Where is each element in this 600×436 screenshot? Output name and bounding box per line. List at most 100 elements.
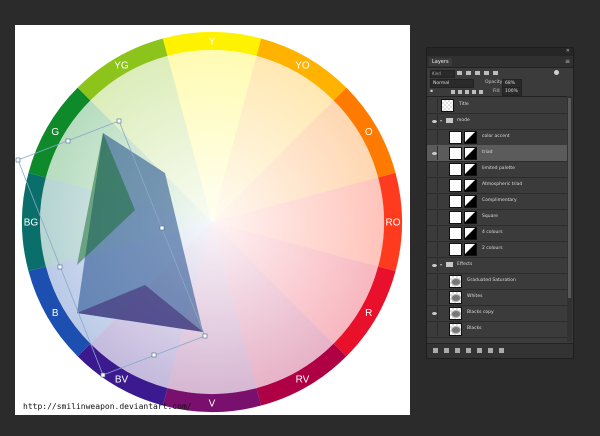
filter-toggle[interactable] xyxy=(554,70,559,75)
layer-mask-thumbnail[interactable] xyxy=(464,211,477,224)
link-layers-icon[interactable] xyxy=(433,348,438,353)
visibility-toggle[interactable] xyxy=(429,274,438,288)
layer-row[interactable]: Graduated Saturation xyxy=(427,273,567,290)
shape-filter-icon[interactable] xyxy=(484,71,489,75)
layer-row[interactable]: Title xyxy=(427,97,567,114)
add-mask-icon[interactable] xyxy=(455,348,460,353)
panel-menu-icon[interactable]: ≡ xyxy=(565,58,570,65)
layer-name[interactable]: Complimentary xyxy=(482,198,517,203)
layer-thumbnail[interactable] xyxy=(449,227,462,240)
layer-name[interactable]: 2 colours xyxy=(482,246,503,251)
visibility-toggle[interactable] xyxy=(429,114,438,128)
type-filter-icon[interactable] xyxy=(475,71,480,75)
layer-row[interactable]: limited palette xyxy=(427,161,567,178)
layers-scrollbar[interactable] xyxy=(567,96,572,342)
visibility-toggle[interactable] xyxy=(429,130,438,144)
pixel-filter-icon[interactable] xyxy=(457,71,462,75)
transform-handle[interactable] xyxy=(116,118,122,124)
visibility-toggle[interactable] xyxy=(429,162,438,176)
layer-name[interactable]: 4 colours xyxy=(482,230,503,235)
eye-icon[interactable] xyxy=(432,152,437,155)
scrollbar-thumb[interactable] xyxy=(568,98,571,298)
layer-name[interactable]: Whites xyxy=(467,294,482,299)
visibility-toggle[interactable] xyxy=(429,258,438,272)
layer-name[interactable]: Blacks xyxy=(467,326,482,331)
transform-handle[interactable] xyxy=(100,372,106,378)
visibility-toggle[interactable] xyxy=(429,178,438,192)
layer-name[interactable]: mode xyxy=(457,118,470,123)
layer-mask-thumbnail[interactable] xyxy=(464,227,477,240)
layer-name[interactable]: Atmospheric triad xyxy=(482,182,522,187)
visibility-toggle[interactable] xyxy=(429,290,438,304)
layer-name[interactable]: Blacks copy xyxy=(467,310,494,315)
layer-mask-thumbnail[interactable] xyxy=(464,179,477,192)
layer-thumbnail[interactable] xyxy=(449,131,462,144)
tab-layers[interactable]: Layers xyxy=(429,58,452,66)
visibility-toggle[interactable] xyxy=(429,146,438,160)
layer-name[interactable]: triad xyxy=(482,150,492,155)
layer-row[interactable]: triad xyxy=(427,145,567,162)
document-canvas[interactable]: Y YO O RO R RV V BV B BG G YG http://smilinweapon.d… xyxy=(15,25,410,415)
layer-thumbnail[interactable] xyxy=(449,179,462,192)
kind-filter-select[interactable]: Kind xyxy=(430,70,455,78)
transform-handle[interactable] xyxy=(15,157,21,163)
layer-name[interactable]: Graduated Saturation xyxy=(467,278,516,283)
lock-paint-icon[interactable] xyxy=(458,90,462,94)
lock-move-icon[interactable] xyxy=(465,90,469,94)
layer-row[interactable]: 4 colours xyxy=(427,225,567,242)
fx-icon[interactable] xyxy=(444,348,449,353)
smart-object-filter-icon[interactable] xyxy=(493,71,498,75)
layer-row[interactable]: ▾ mode xyxy=(427,113,567,130)
transform-handle[interactable] xyxy=(202,333,208,339)
transform-handle[interactable] xyxy=(151,352,157,358)
layer-thumbnail[interactable] xyxy=(449,147,462,160)
layer-mask-thumbnail[interactable] xyxy=(464,243,477,256)
layer-row[interactable]: Atmospheric triad xyxy=(427,177,567,194)
visibility-toggle[interactable] xyxy=(429,226,438,240)
layer-name[interactable]: Title xyxy=(459,102,469,107)
panel-titlebar[interactable]: ✕ xyxy=(427,48,573,56)
close-icon[interactable]: ✕ xyxy=(566,48,570,54)
layer-name[interactable]: Effects xyxy=(457,262,472,267)
layer-row[interactable]: Blacks copy xyxy=(427,305,567,322)
visibility-toggle[interactable] xyxy=(429,322,438,336)
layer-mask-thumbnail[interactable] xyxy=(464,163,477,176)
visibility-toggle[interactable] xyxy=(429,242,438,256)
transform-handle[interactable] xyxy=(57,264,63,270)
layer-name[interactable]: Square xyxy=(482,214,498,219)
visibility-toggle[interactable] xyxy=(429,210,438,224)
layer-thumbnail[interactable] xyxy=(449,243,462,256)
canvas-area[interactable]: Y YO O RO R RV V BV B BG G YG http://smilinweapon.d… xyxy=(0,0,420,436)
layer-name[interactable]: limited palette xyxy=(482,166,515,171)
layer-thumbnail[interactable] xyxy=(449,211,462,224)
layer-thumbnail[interactable] xyxy=(449,195,462,208)
layer-row[interactable]: ▾ Effects xyxy=(427,257,567,274)
lock-artboard-icon[interactable] xyxy=(472,90,476,94)
group-expand-icon[interactable]: ▾ xyxy=(440,118,442,123)
layer-row[interactable]: Complimentary xyxy=(427,193,567,210)
visibility-toggle[interactable] xyxy=(429,98,438,112)
layer-row[interactable]: Blacks xyxy=(427,321,567,338)
layer-row[interactable]: color accent xyxy=(427,129,567,146)
layer-mask-thumbnail[interactable] xyxy=(464,195,477,208)
transform-handle[interactable] xyxy=(65,138,71,144)
layer-thumbnail[interactable] xyxy=(441,99,454,112)
layer-mask-thumbnail[interactable] xyxy=(464,131,477,144)
lock-all-icon[interactable] xyxy=(479,90,483,94)
new-group-icon[interactable] xyxy=(477,348,482,353)
fill-input[interactable]: 100% xyxy=(502,87,522,96)
eye-icon[interactable] xyxy=(432,120,437,123)
new-layer-icon[interactable] xyxy=(488,348,493,353)
eye-icon[interactable] xyxy=(432,312,437,315)
layer-thumbnail[interactable] xyxy=(449,163,462,176)
adjustment-filter-icon[interactable] xyxy=(466,71,471,75)
group-expand-icon[interactable]: ▾ xyxy=(440,262,442,267)
layer-row[interactable]: Whites xyxy=(427,289,567,306)
layer-row[interactable]: 2 colours xyxy=(427,241,567,258)
eye-icon[interactable] xyxy=(432,264,437,267)
visibility-toggle[interactable] xyxy=(429,194,438,208)
adjustment-layer-icon[interactable] xyxy=(466,348,471,353)
layer-name[interactable]: color accent xyxy=(482,134,510,139)
trash-icon[interactable] xyxy=(499,348,504,353)
visibility-toggle[interactable] xyxy=(429,306,438,320)
